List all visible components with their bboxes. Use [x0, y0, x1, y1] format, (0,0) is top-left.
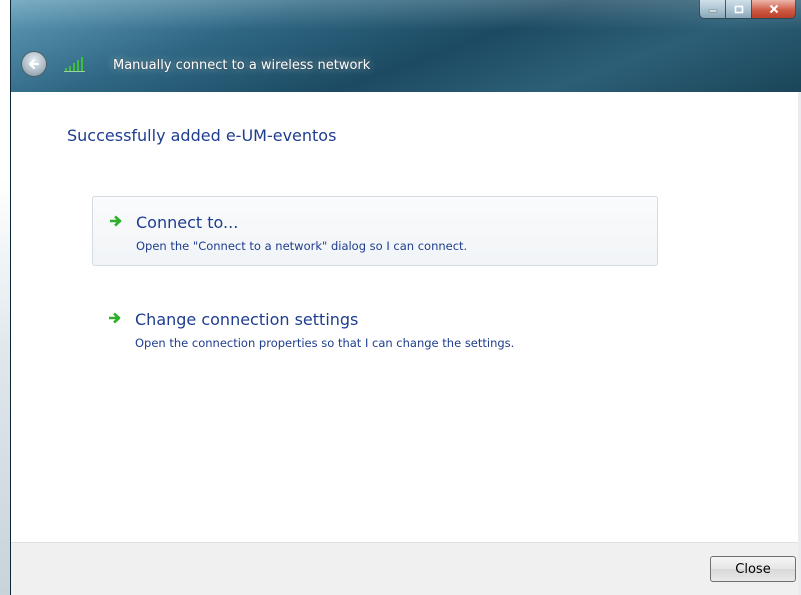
title-bar: Manually connect to a wireless network	[11, 0, 801, 92]
page-heading: Successfully added e-UM-eventos	[67, 126, 337, 145]
task-description: Open the connection properties so that I…	[135, 336, 515, 350]
task-title: Change connection settings	[135, 310, 359, 329]
desktop-background-strip	[0, 0, 10, 595]
task-description: Open the "Connect to a network" dialog s…	[136, 239, 468, 253]
dialog-footer: Close	[11, 542, 801, 595]
close-icon	[769, 4, 778, 14]
minimize-button[interactable]	[699, 0, 726, 19]
task-title: Connect to...	[136, 213, 239, 232]
dialog-window: Manually connect to a wireless network S…	[10, 0, 801, 595]
back-arrow-icon	[28, 58, 40, 70]
green-arrow-icon	[110, 215, 122, 227]
green-arrow-icon	[109, 312, 121, 324]
window-controls	[699, 0, 796, 20]
wireless-signal-icon	[64, 57, 85, 72]
change-connection-settings-task[interactable]: Change connection settings Open the conn…	[92, 294, 658, 364]
maximize-icon	[734, 5, 743, 13]
content-area: Successfully added e-UM-eventos Connect …	[11, 92, 801, 542]
back-button[interactable]	[21, 51, 47, 77]
close-button[interactable]: Close	[710, 556, 796, 582]
close-window-button[interactable]	[752, 0, 796, 19]
minimize-icon	[708, 9, 717, 13]
connect-to-task[interactable]: Connect to... Open the "Connect to a net…	[92, 196, 658, 266]
maximize-button[interactable]	[726, 0, 752, 19]
window-title: Manually connect to a wireless network	[113, 58, 371, 73]
